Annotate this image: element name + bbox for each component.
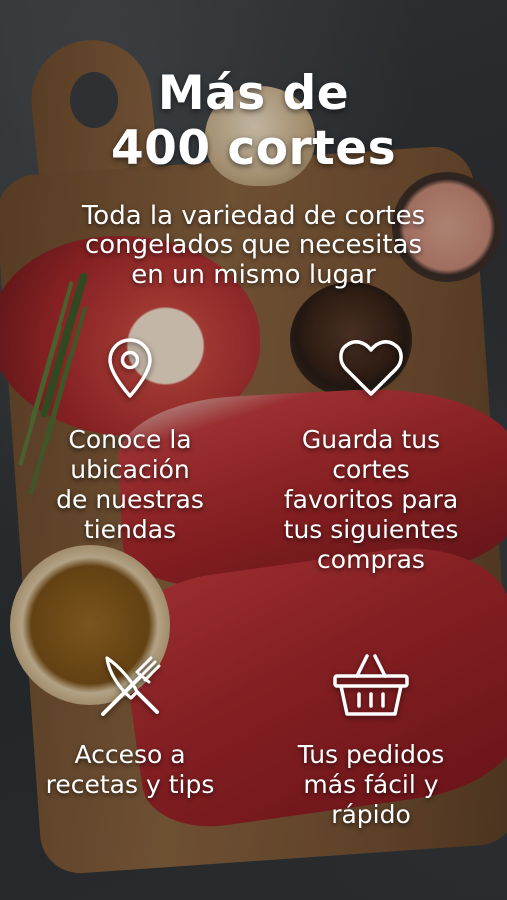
location-pin-icon (108, 338, 152, 398)
feature-label-line: compras (317, 545, 425, 574)
feature-orders: Tus pedidos más fácil y rápido (246, 652, 496, 830)
subtitle-line: en un mismo lugar (131, 259, 376, 290)
feature-label-line: más fácil y (303, 770, 439, 799)
hero-title: Más de 400 cortes (0, 66, 507, 177)
feature-label-line: tiendas (83, 515, 177, 544)
feature-label-line: tus siguientes (283, 515, 459, 544)
heart-icon (339, 340, 403, 396)
feature-label: Acceso a recetas y tips (10, 740, 250, 800)
feature-store-location: Conoce la ubicación de nuestras tiendas (10, 338, 250, 545)
fork-knife-icon (101, 656, 161, 716)
feature-label-line: rápido (331, 800, 411, 829)
feature-label: Guarda tus cortes favoritos para tus sig… (246, 425, 496, 575)
feature-label: Tus pedidos más fácil y rápido (246, 740, 496, 830)
feature-label-line: cortes (332, 455, 410, 484)
feature-label-line: Guarda tus (301, 425, 441, 454)
subtitle-line: congelados que necesitas (84, 230, 422, 261)
title-line: Más de (157, 66, 350, 121)
feature-label-line: Acceso a (74, 740, 186, 769)
feature-recipes: Acceso a recetas y tips (10, 652, 250, 800)
hero-subtitle: Toda la variedad de cortes congelados qu… (30, 201, 477, 290)
title-line: 400 cortes (110, 121, 397, 177)
feature-label: Conoce la ubicación de nuestras tiendas (10, 425, 250, 545)
feature-label-line: favoritos para (283, 485, 459, 514)
feature-label-line: Tus pedidos (297, 740, 445, 769)
feature-label-line: ubicación (70, 455, 190, 484)
feature-label-line: Conoce la (68, 425, 192, 454)
subtitle-line: Toda la variedad de cortes (81, 201, 426, 231)
feature-label-line: recetas y tips (45, 770, 215, 799)
feature-label-line: de nuestras (56, 485, 204, 514)
feature-favorites: Guarda tus cortes favoritos para tus sig… (246, 338, 496, 575)
shopping-basket-icon (333, 654, 409, 716)
